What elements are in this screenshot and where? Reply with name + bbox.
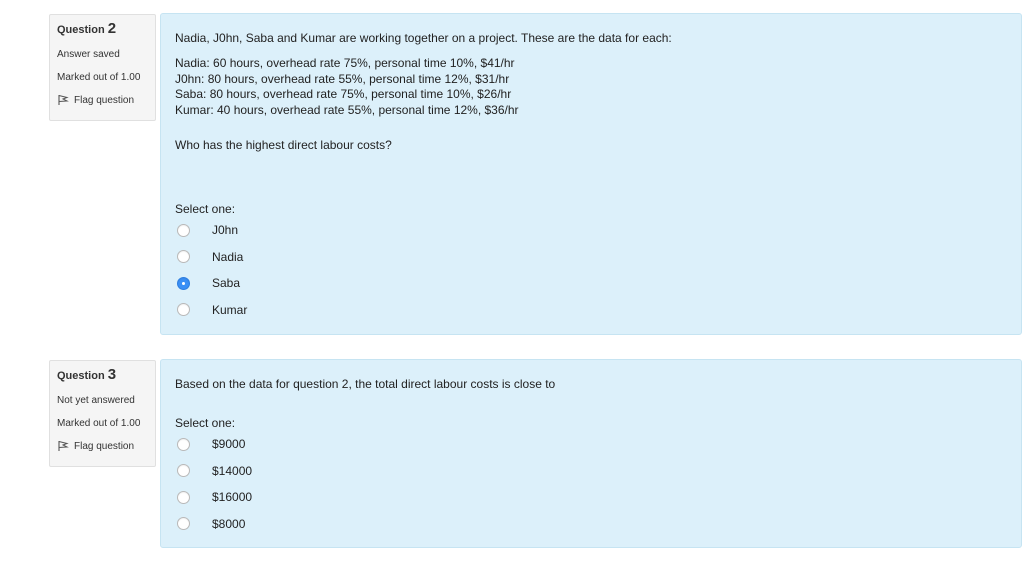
answer-options: $9000 $14000 $16000 $8000 — [177, 431, 252, 537]
question-info: Question 2 Answer saved Marked out of 1.… — [49, 14, 156, 121]
radio-button[interactable] — [177, 437, 190, 451]
question-info: Question 3 Not yet answered Marked out o… — [49, 360, 156, 467]
answer-option[interactable]: $16000 — [177, 484, 252, 511]
radio-button[interactable] — [177, 223, 190, 237]
answer-option[interactable]: J0hn — [177, 217, 247, 244]
question-text: Based on the data for question 2, the to… — [175, 377, 556, 391]
question-prompt-text: Who has the highest direct labour costs? — [175, 138, 392, 152]
radio-button-selected[interactable] — [177, 276, 190, 290]
answer-option[interactable]: Nadia — [177, 244, 247, 271]
question-content: Nadia, J0hn, Saba and Kumar are working … — [160, 13, 1022, 335]
question-data: Nadia: 60 hours, overhead rate 75%, pers… — [175, 56, 519, 118]
question-number: Question 2 — [57, 20, 117, 37]
question-state: Not yet answered — [57, 395, 135, 406]
answer-option[interactable]: $9000 — [177, 431, 252, 458]
question-state: Answer saved — [57, 49, 120, 60]
radio-button[interactable] — [177, 303, 190, 317]
answer-option[interactable]: $8000 — [177, 511, 252, 538]
answer-options: J0hn Nadia Saba Kumar — [177, 217, 247, 323]
radio-button[interactable] — [177, 250, 190, 264]
answer-option[interactable]: Kumar — [177, 297, 247, 324]
radio-button[interactable] — [177, 490, 190, 504]
data-line: J0hn: 80 hours, overhead rate 55%, perso… — [175, 71, 510, 86]
flag-question-button[interactable]: Flag question — [57, 94, 149, 106]
data-line: Nadia: 60 hours, overhead rate 75%, pers… — [175, 56, 515, 70]
question-grade: Marked out of 1.00 — [57, 418, 141, 429]
select-one-label: Select one: — [175, 202, 236, 216]
select-one-label: Select one: — [175, 416, 236, 430]
flag-icon — [58, 95, 69, 105]
radio-button[interactable] — [177, 464, 190, 478]
question-grade: Marked out of 1.00 — [57, 72, 141, 83]
data-line: Kumar: 40 hours, overhead rate 55%, pers… — [175, 102, 519, 117]
answer-option[interactable]: $14000 — [177, 458, 252, 485]
data-line: Saba: 80 hours, overhead rate 75%, perso… — [175, 87, 512, 101]
question-number: Question 3 — [57, 366, 117, 383]
question-intro: Nadia, J0hn, Saba and Kumar are working … — [175, 31, 672, 45]
flag-question-button[interactable]: Flag question — [57, 440, 149, 452]
question-content: Based on the data for question 2, the to… — [160, 359, 1022, 548]
radio-button[interactable] — [177, 517, 190, 531]
flag-icon — [58, 441, 69, 451]
answer-option[interactable]: Saba — [177, 270, 247, 297]
